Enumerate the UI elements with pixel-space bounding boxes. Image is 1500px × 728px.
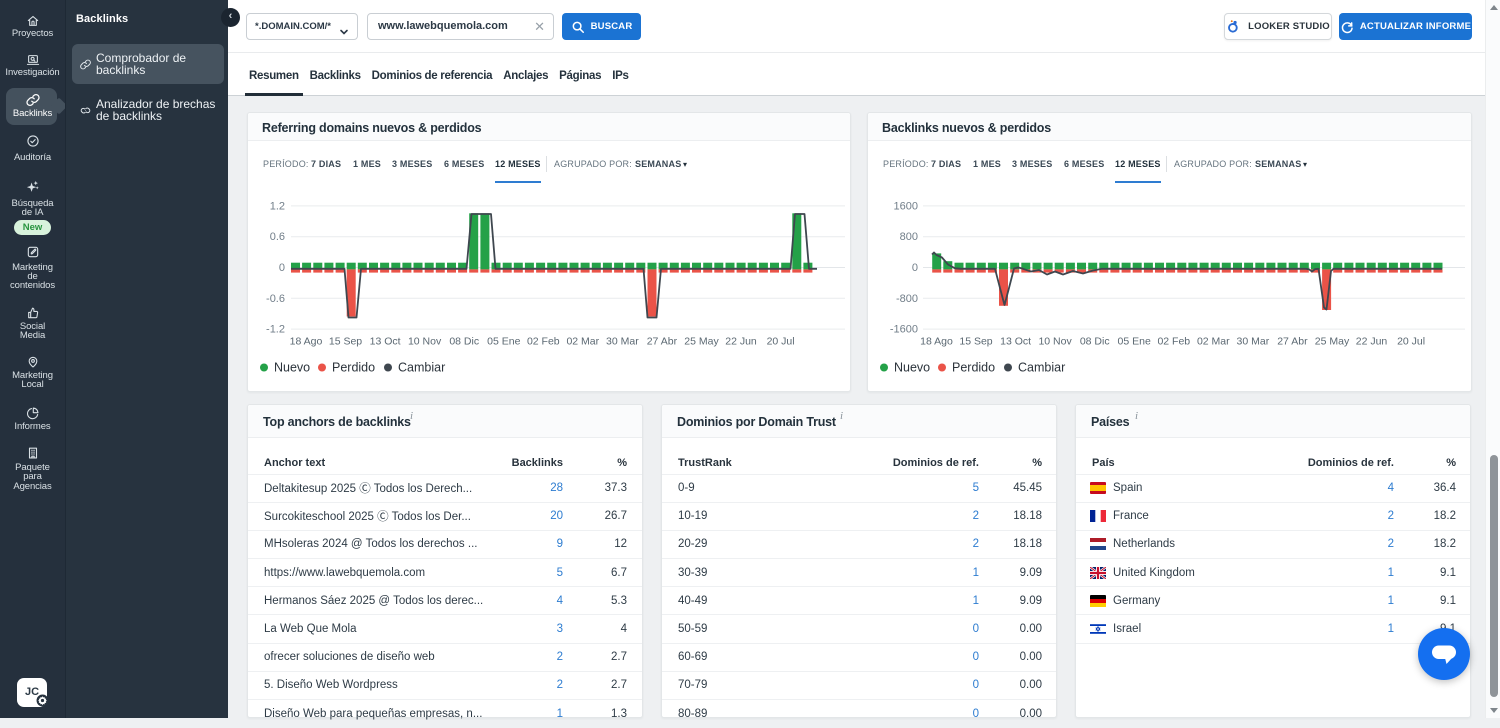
- svg-text:15 Sep: 15 Sep: [959, 336, 992, 348]
- svg-text:Perdido: Perdido: [952, 361, 995, 375]
- svg-text:25 May: 25 May: [1315, 336, 1350, 348]
- svg-text:22 Jun: 22 Jun: [725, 336, 757, 348]
- svg-text:Perdido: Perdido: [332, 361, 375, 375]
- svg-text:02 Mar: 02 Mar: [566, 336, 599, 348]
- svg-text:800: 800: [900, 231, 918, 243]
- svg-text:-800: -800: [896, 293, 918, 305]
- svg-text:02 Feb: 02 Feb: [1157, 336, 1190, 348]
- svg-text:30 Mar: 30 Mar: [606, 336, 639, 348]
- svg-text:1.2: 1.2: [270, 200, 285, 212]
- svg-text:Nuevo: Nuevo: [894, 361, 930, 375]
- svg-text:Nuevo: Nuevo: [274, 361, 310, 375]
- svg-text:13 Oct: 13 Oct: [1000, 336, 1031, 348]
- svg-text:Cambiar: Cambiar: [398, 361, 445, 375]
- svg-text:10 Nov: 10 Nov: [1038, 336, 1072, 348]
- svg-text:-1600: -1600: [890, 324, 918, 336]
- svg-text:05 Ene: 05 Ene: [1118, 336, 1151, 348]
- svg-text:0: 0: [279, 262, 285, 274]
- svg-text:20 Jul: 20 Jul: [1397, 336, 1425, 348]
- svg-text:Cambiar: Cambiar: [1018, 361, 1065, 375]
- svg-text:30 Mar: 30 Mar: [1237, 336, 1270, 348]
- svg-text:18 Ago: 18 Ago: [920, 336, 953, 348]
- svg-text:0: 0: [912, 262, 918, 274]
- svg-text:05 Ene: 05 Ene: [487, 336, 520, 348]
- svg-text:0.6: 0.6: [270, 231, 285, 243]
- svg-text:13 Oct: 13 Oct: [370, 336, 401, 348]
- svg-text:02 Feb: 02 Feb: [527, 336, 560, 348]
- svg-text:22 Jun: 22 Jun: [1356, 336, 1388, 348]
- svg-text:1600: 1600: [894, 200, 918, 212]
- svg-text:-0.6: -0.6: [266, 293, 285, 305]
- svg-text:20 Jul: 20 Jul: [767, 336, 795, 348]
- svg-text:25 May: 25 May: [684, 336, 719, 348]
- svg-text:08 Dic: 08 Dic: [1080, 336, 1110, 348]
- svg-text:18 Ago: 18 Ago: [290, 336, 323, 348]
- svg-text:27 Abr: 27 Abr: [1277, 336, 1308, 348]
- svg-text:-1.2: -1.2: [266, 324, 285, 336]
- svg-text:10 Nov: 10 Nov: [408, 336, 442, 348]
- svg-text:02 Mar: 02 Mar: [1197, 336, 1230, 348]
- svg-text:27 Abr: 27 Abr: [647, 336, 678, 348]
- svg-text:08 Dic: 08 Dic: [449, 336, 479, 348]
- svg-text:15 Sep: 15 Sep: [329, 336, 362, 348]
